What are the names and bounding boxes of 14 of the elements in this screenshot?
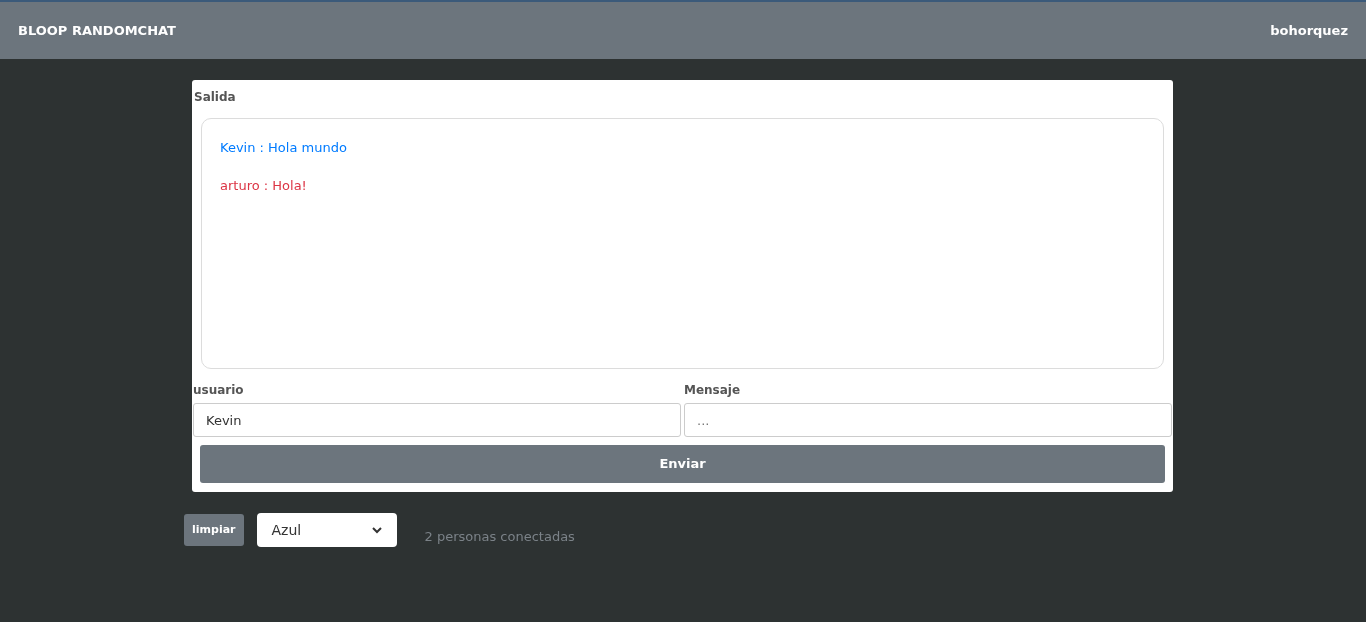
chat-message: arturo : Hola! [220, 176, 307, 195]
brand-title[interactable]: BLOOP RANDOMCHAT [18, 20, 176, 41]
chat-message: Kevin : Hola mundo [220, 139, 347, 157]
input-field[interactable]: ... [684, 403, 1172, 437]
output-label: Salida [194, 90, 236, 104]
color-select[interactable]: Azul [256, 513, 397, 547]
clear-button[interactable]: limpiar [184, 514, 244, 546]
chevron-down-icon [371, 526, 382, 534]
input-field[interactable]: Kevin [193, 403, 681, 437]
field-label: usuario [193, 382, 244, 399]
status-text: 2 personas conectadas [424, 528, 575, 547]
field-label: Mensaje [684, 382, 741, 399]
user-name[interactable]: bohorquez [1270, 20, 1348, 41]
send-button[interactable]: Enviar [200, 445, 1165, 483]
